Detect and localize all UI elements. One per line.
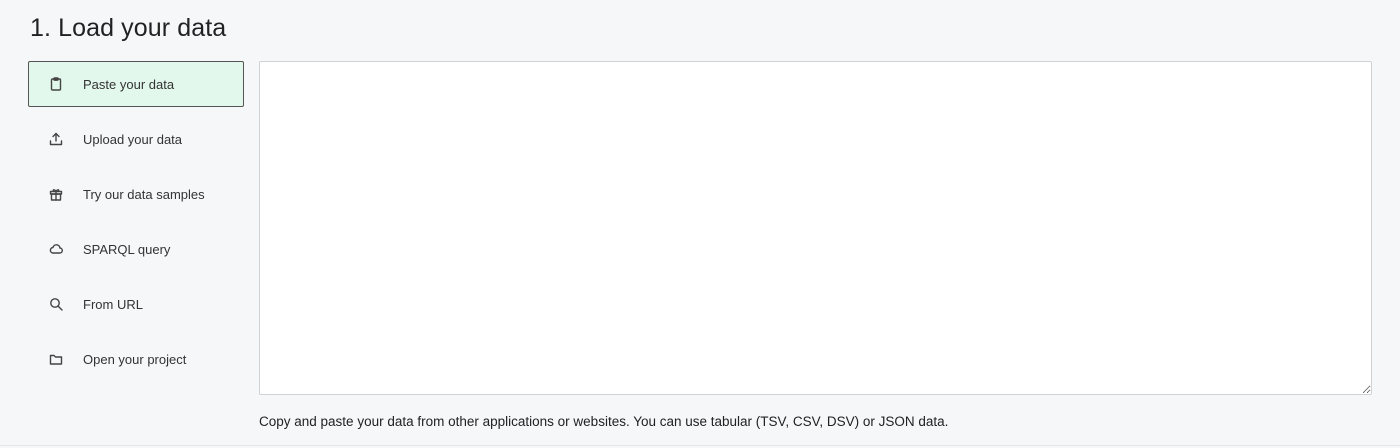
cloud-icon [47, 240, 65, 258]
divider [0, 445, 1400, 446]
upload-icon [47, 130, 65, 148]
source-item-label: SPARQL query [83, 241, 171, 257]
section-title: 1. Load your data [30, 14, 227, 42]
paste-help-text: Copy and paste your data from other appl… [259, 414, 949, 429]
gift-icon [47, 185, 65, 203]
paste-data-textarea[interactable] [259, 61, 1372, 395]
source-item-upload[interactable]: Upload your data [28, 116, 244, 162]
source-item-sparql[interactable]: SPARQL query [28, 226, 244, 272]
source-item-label: Open your project [83, 351, 187, 367]
source-item-samples[interactable]: Try our data samples [28, 171, 244, 217]
source-item-label: Paste your data [83, 76, 175, 92]
folder-icon [47, 350, 65, 368]
source-item-label: From URL [83, 296, 143, 312]
data-source-menu: Paste your data Upload your data Try our… [28, 61, 244, 391]
source-item-label: Try our data samples [83, 186, 205, 202]
source-item-url[interactable]: From URL [28, 281, 244, 327]
source-item-paste[interactable]: Paste your data [28, 61, 244, 107]
clipboard-icon [47, 75, 65, 93]
source-item-project[interactable]: Open your project [28, 336, 244, 382]
source-item-label: Upload your data [83, 131, 183, 147]
search-icon [47, 295, 65, 313]
load-data-page: 1. Load your data Paste your data Upload… [0, 0, 1400, 448]
